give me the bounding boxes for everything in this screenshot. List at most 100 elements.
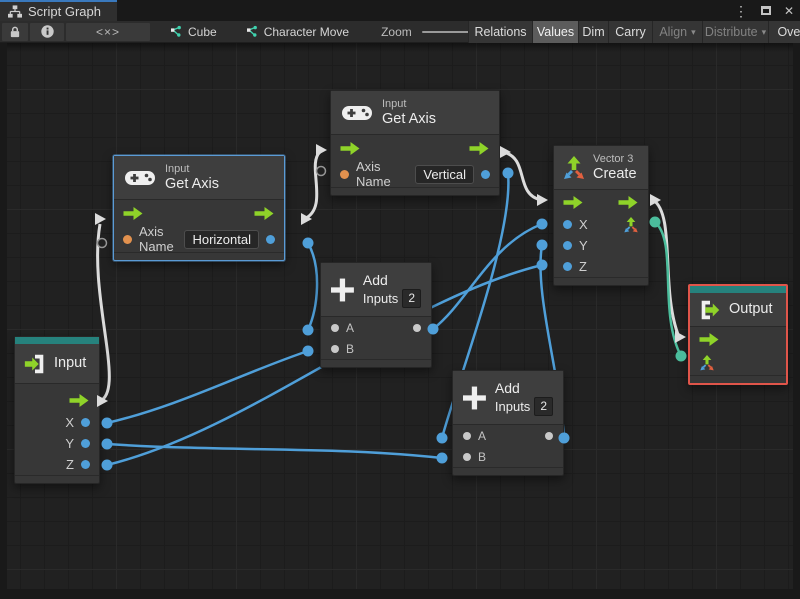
graph-output-icon [701, 300, 720, 319]
result-output-port[interactable] [266, 234, 275, 244]
axis-name-value-field[interactable]: Horizontal [184, 229, 259, 249]
graph-breadcrumb-label: Character Move [263, 24, 350, 39]
port-y-output[interactable] [81, 439, 90, 448]
port-y-input[interactable] [563, 241, 572, 250]
node-title: Get Axis [382, 110, 436, 127]
align-dropdown[interactable]: Align ▾ [652, 21, 702, 43]
title-bar: Script Graph ⋮ ✕ [0, 0, 800, 21]
graph-breadcrumb-cube[interactable]: Cube [159, 21, 227, 43]
lock-button[interactable] [2, 22, 28, 41]
port-x-label: X [579, 217, 588, 232]
port-x-output[interactable] [81, 418, 90, 427]
close-icon[interactable]: ✕ [784, 5, 794, 17]
gamepad-icon [342, 105, 372, 120]
connection-add1-to-create-x[interactable] [432, 222, 543, 330]
connection-control-getaxis-horizontal-to-vertical[interactable] [303, 150, 322, 221]
inputs-label: Inputs [362, 290, 399, 306]
node-footer [690, 375, 786, 383]
node-subtitle: Inputs 2 [362, 288, 421, 308]
tab-title: Script Graph [28, 4, 101, 19]
sum-output-port[interactable] [413, 323, 421, 332]
node-title: Get Axis [165, 175, 219, 192]
sum-output-port[interactable] [545, 431, 553, 440]
connection-input-x-to-add1-b[interactable] [106, 349, 309, 425]
graph-input-icon [24, 354, 44, 373]
port-a-input[interactable] [331, 323, 339, 332]
tab-script-graph[interactable]: Script Graph [0, 0, 117, 21]
graph-canvas[interactable]: Input Get Axis Axis Name Vertical Input … [7, 43, 793, 589]
connection-control-create-to-output[interactable] [652, 198, 681, 338]
port-b-input[interactable] [331, 344, 339, 353]
node-kind: Input [165, 162, 190, 175]
port-z-label: Z [579, 259, 587, 274]
vector3-input-port[interactable] [699, 355, 715, 371]
node-graph-output[interactable]: Output [688, 284, 788, 385]
node-title: Output [729, 301, 773, 317]
control-output-port[interactable] [69, 393, 90, 407]
control-input-port[interactable] [123, 206, 144, 220]
menu-kebab-icon[interactable]: ⋮ [734, 4, 748, 18]
connection-input-y-to-add2-b[interactable] [106, 442, 443, 460]
port-b-input[interactable] [463, 452, 471, 461]
node-add-2[interactable]: Add Inputs 2 A B [452, 370, 564, 476]
dim-toggle[interactable]: Dim [578, 21, 608, 43]
distribute-dropdown[interactable]: Distribute ▾ [702, 21, 768, 43]
control-output-port[interactable] [618, 195, 639, 209]
port-x-input[interactable] [563, 220, 572, 229]
vector3-output-port[interactable] [623, 216, 639, 233]
control-input-port[interactable] [563, 195, 584, 209]
port-a-input[interactable] [463, 431, 471, 440]
node-graph-input[interactable]: Input X Y Z [14, 336, 100, 484]
info-button[interactable] [30, 22, 64, 41]
node-footer [321, 359, 431, 367]
vector3-icon [564, 155, 584, 179]
port-z-input[interactable] [563, 262, 572, 271]
chevron-down-icon: ▾ [761, 26, 767, 37]
node-footer [15, 475, 99, 483]
graph-breadcrumb-label: Cube [188, 24, 217, 39]
inputs-count-field[interactable]: 2 [402, 288, 421, 308]
graph-toolbar: <×> Cube Character Move Zoom 1x Relation… [0, 21, 800, 43]
port-z-output[interactable] [81, 460, 90, 469]
port-y-label: Y [65, 436, 74, 451]
graph-icon [171, 25, 181, 37]
port-a-label: A [478, 428, 487, 443]
graph-icon [246, 25, 257, 37]
result-output-port[interactable] [481, 169, 490, 179]
axis-name-value-field[interactable]: Vertical [415, 164, 474, 184]
gamepad-icon [125, 170, 155, 185]
axis-name-label: Axis Name [356, 159, 391, 189]
port-y-label: Y [579, 238, 588, 253]
edit-script-button[interactable]: <×> [66, 22, 150, 41]
port-a-label: A [346, 320, 355, 335]
node-subtitle: Inputs 2 [495, 396, 553, 416]
port-b-label: B [478, 449, 487, 464]
maximize-icon[interactable] [760, 6, 771, 15]
axis-name-input-port[interactable] [340, 169, 349, 179]
overview-button[interactable]: Overview [768, 21, 800, 43]
node-get-axis-horizontal[interactable]: Input Get Axis Axis Name Horizontal [113, 155, 285, 261]
node-vector3-create[interactable]: Vector 3 Create X Y Z [553, 145, 649, 286]
graph-io-bar [690, 286, 786, 293]
connection-horizontal-to-add1-a[interactable] [306, 242, 319, 331]
graph-breadcrumb-character-move[interactable]: Character Move [235, 21, 359, 43]
graph-io-bar [15, 337, 99, 344]
node-title: Add [362, 271, 388, 288]
axis-name-input-port[interactable] [123, 234, 132, 244]
zoom-label: Zoom [381, 24, 412, 39]
node-add-1[interactable]: Add Inputs 2 A B [320, 262, 432, 368]
control-output-port[interactable] [469, 141, 490, 155]
node-kind: Input [382, 97, 407, 110]
inputs-count-field[interactable]: 2 [534, 396, 553, 416]
axis-name-label: Axis Name [139, 224, 174, 254]
control-input-port[interactable] [340, 141, 361, 155]
port-z-label: Z [66, 457, 74, 472]
node-get-axis-vertical[interactable]: Input Get Axis Axis Name Vertical [330, 90, 500, 196]
relations-toggle[interactable]: Relations [468, 21, 532, 43]
values-toggle[interactable]: Values [532, 21, 578, 43]
control-input-port[interactable] [699, 332, 720, 346]
carry-toggle[interactable]: Carry [608, 21, 652, 43]
chevron-down-icon: ▾ [691, 26, 696, 37]
control-output-port[interactable] [254, 206, 275, 220]
plus-icon [463, 386, 486, 409]
